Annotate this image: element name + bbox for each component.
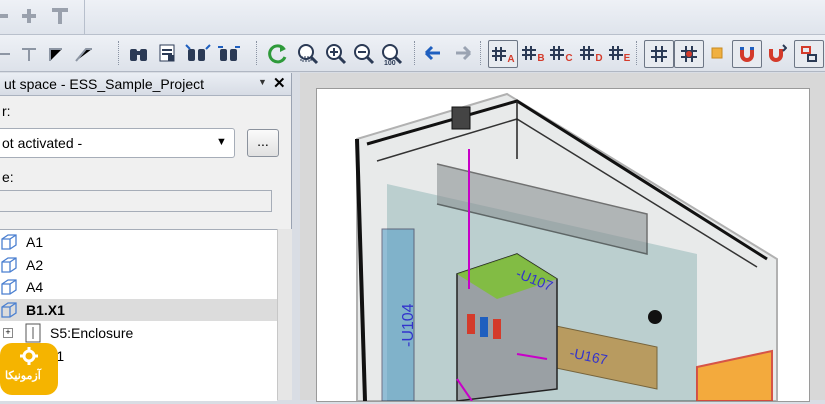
snap-grid-icon [681,46,697,62]
toolbar-main: 100 A B C D E [0,35,825,72]
enclosure-model-drawing: -U104 -U107 -U167 [355,92,778,402]
filter-label: r: [2,103,11,119]
binoculars-icon [130,49,147,61]
back-arrow-icon [424,45,440,61]
grid-icon [651,46,667,62]
panel-title: ut space - ESS_Sample_Project [4,76,204,92]
grid-letter: C [565,52,573,64]
separator [256,41,260,65]
tree-item-b1-x1[interactable]: B1.X1 [0,299,277,321]
watermark-logo: آزمونیکا [0,343,58,395]
find-icons[interactable] [128,41,246,65]
history-icons[interactable] [424,43,476,63]
snap-to-grid-button[interactable] [674,40,704,68]
magnet-button[interactable] [732,40,762,68]
model-canvas[interactable]: -U104 -U107 -U167 [316,88,810,402]
zoom-icons[interactable]: 100 [266,41,406,67]
grid-snap-c-button[interactable]: C [548,40,574,66]
separator [480,41,484,65]
magnet-arrow-button[interactable] [764,40,790,66]
tree-item-a4[interactable]: A4 [0,276,277,298]
grid-letter: D [595,52,603,64]
more-button[interactable]: ... [247,129,279,157]
tree-item-label: A1 [26,234,44,250]
tree-item-enclosure[interactable]: + S5:Enclosure [0,322,277,344]
grid-snap-e-button[interactable]: E [606,40,632,66]
tree-item-label: A2 [26,257,44,273]
toolbar-top [0,0,825,35]
grid-icon [580,46,595,60]
grid-letter: E [623,52,631,64]
grid-snap-b-button[interactable]: B [520,40,546,66]
cube-icon [1,234,17,250]
tree-scrollbar[interactable] [277,229,292,400]
grid-icon [492,47,507,61]
zoom-in-icon [326,44,347,65]
grid-icon [522,46,537,60]
forward-arrow-icon [456,45,472,61]
pin-dropdown-icon[interactable]: ▼ [258,77,267,87]
pin-icons [0,8,68,24]
name-label: e: [2,169,14,185]
separator [118,41,122,65]
refresh-icon [268,44,287,64]
grid-snap-d-button[interactable]: D [578,40,604,66]
expand-icon[interactable]: + [3,328,13,338]
show-grid-button[interactable] [644,40,674,68]
cube-icon [1,279,17,295]
tree-item-label: A4 [26,279,44,295]
separator [414,41,418,65]
panel-title-bar: ut space - ESS_Sample_Project ▼ ✕ [0,73,291,96]
placement-icon [801,46,817,62]
zoom-out-icon [354,44,375,65]
snap-point-icon [711,47,723,59]
drawing-tools-icon[interactable] [0,43,100,65]
cube-icon [1,257,17,273]
grid-icon [608,46,623,60]
label-u104: -U104 [400,303,417,347]
zoom-window-icon [298,44,319,65]
magnet-icon [740,47,754,62]
enclosure-icon [25,323,41,343]
hinge [451,106,471,130]
grid-letter: B [537,52,545,64]
magnet-arrow-icon [769,44,787,62]
zoom-100-icon: 100 [382,44,403,67]
tree-item-label: B1.X1 [26,302,65,318]
svg-text:100: 100 [384,60,396,67]
grid-snap-a-button[interactable]: A [488,40,518,68]
filter-select-value: ot activated - [2,135,83,151]
name-input[interactable] [0,190,272,212]
logo-text: آزمونیکا [5,370,41,382]
close-icon[interactable]: ✕ [273,74,286,92]
chevron-down-icon: ▼ [216,136,227,148]
separator [636,41,640,65]
grid-letter: A [507,53,515,65]
toolbar-divider [84,0,85,34]
snap-point-button[interactable] [706,41,728,65]
tree-item-label: S5:Enclosure [50,325,134,341]
gear-icon [20,347,38,365]
placement-mode-button[interactable] [794,40,824,68]
grid-icon [550,46,565,60]
tree-item-a2[interactable]: A2 [0,254,277,276]
cube-icon [1,302,17,318]
tree-item-a1[interactable]: A1 [0,231,277,253]
filter-select[interactable]: ot activated - ▼ [0,128,235,158]
